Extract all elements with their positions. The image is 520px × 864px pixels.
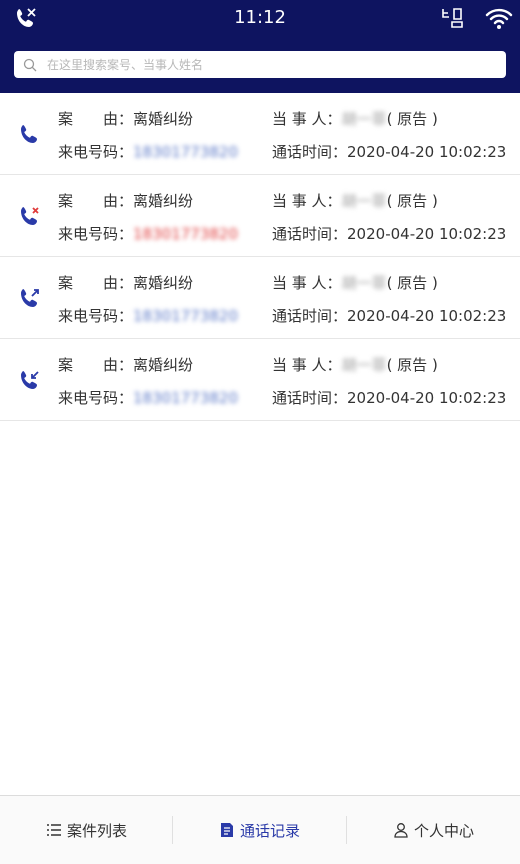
caller-number: 来电号码：18301773820 — [58, 387, 238, 408]
user-icon — [394, 823, 408, 838]
cause-value: 离婚纠纷 — [133, 274, 194, 292]
party: 当 事 人：胡一菲( 原告 ) — [272, 272, 438, 293]
search-icon — [23, 58, 37, 71]
party: 当 事 人：胡一菲( 原告 ) — [272, 354, 438, 375]
list-item[interactable]: 案 由：离婚纠纷 来电号码：18301773820 当 事 人：胡一菲( 原告 … — [0, 93, 520, 175]
label-caller: 来电号码： — [58, 143, 134, 161]
label-cause: 案 由： — [58, 274, 134, 292]
status-bar: 11:12 — [0, 0, 520, 38]
call-time-value: 2020-04-20 10:02:23 — [347, 307, 507, 325]
wifi-icon — [485, 8, 513, 29]
phone-call-icon — [21, 125, 37, 143]
party-name: 胡一菲 — [341, 110, 387, 128]
label-call-time: 通话时间： — [272, 389, 348, 407]
label-cause: 案 由： — [58, 356, 134, 374]
phone-value: 18301773820 — [133, 389, 238, 407]
phone-value: 18301773820 — [133, 307, 238, 325]
search-input[interactable] — [47, 57, 487, 72]
tab-profile[interactable]: 个人中心 — [347, 796, 520, 864]
call-time: 通话时间：2020-04-20 10:02:23 — [272, 305, 506, 326]
call-time-value: 2020-04-20 10:02:23 — [347, 143, 507, 161]
caller-number: 来电号码：18301773820 — [58, 141, 238, 162]
list-item[interactable]: 案 由：离婚纠纷 来电号码：18301773820 当 事 人：胡一菲( 原告 … — [0, 175, 520, 257]
caller-number: 来电号码：18301773820 — [58, 305, 238, 326]
label-party: 当 事 人： — [272, 192, 342, 210]
party-name: 胡一菲 — [341, 192, 387, 210]
call-time: 通话时间：2020-04-20 10:02:23 — [272, 223, 506, 244]
party-name: 胡一菲 — [341, 356, 387, 374]
tab-label: 个人中心 — [413, 821, 474, 840]
missed-call-icon — [21, 207, 39, 225]
party-role: ( 原告 ) — [386, 356, 438, 374]
cause-value: 离婚纠纷 — [133, 110, 194, 128]
tab-case-list[interactable]: 案件列表 — [0, 796, 173, 864]
list-icon — [46, 824, 61, 836]
party-role: ( 原告 ) — [386, 192, 438, 210]
tab-label: 通话记录 — [239, 821, 300, 840]
search-box[interactable] — [14, 51, 506, 78]
label-call-time: 通话时间： — [272, 143, 348, 161]
case-cause: 案 由：离婚纠纷 — [58, 190, 193, 211]
phone-value: 18301773820 — [133, 143, 238, 161]
app-header: 11:12 — [0, 0, 520, 93]
cause-value: 离婚纠纷 — [133, 192, 194, 210]
list-item[interactable]: 案 由：离婚纠纷 来电号码：18301773820 当 事 人：胡一菲( 原告 … — [0, 339, 520, 421]
cause-value: 离婚纠纷 — [133, 356, 194, 374]
party: 当 事 人：胡一菲( 原告 ) — [272, 190, 438, 211]
call-time-value: 2020-04-20 10:02:23 — [347, 225, 507, 243]
label-caller: 来电号码： — [58, 225, 134, 243]
label-party: 当 事 人： — [272, 110, 342, 128]
label-cause: 案 由： — [58, 192, 134, 210]
party: 当 事 人：胡一菲( 原告 ) — [272, 108, 438, 129]
label-party: 当 事 人： — [272, 274, 342, 292]
bottom-tab-bar: 案件列表 通话记录 个人中心 — [0, 795, 520, 864]
caller-number: 来电号码：18301773820 — [58, 223, 238, 244]
call-record-icon — [220, 823, 233, 837]
label-cause: 案 由： — [58, 110, 134, 128]
party-role: ( 原告 ) — [386, 110, 438, 128]
list-item[interactable]: 案 由：离婚纠纷 来电号码：18301773820 当 事 人：胡一菲( 原告 … — [0, 257, 520, 339]
tab-label: 案件列表 — [66, 821, 127, 840]
label-call-time: 通话时间： — [272, 225, 348, 243]
case-cause: 案 由：离婚纠纷 — [58, 108, 193, 129]
network-icon — [442, 8, 463, 28]
party-name: 胡一菲 — [341, 274, 387, 292]
call-record-list: 案 由：离婚纠纷 来电号码：18301773820 当 事 人：胡一菲( 原告 … — [0, 93, 520, 421]
label-caller: 来电号码： — [58, 307, 134, 325]
label-caller: 来电号码： — [58, 389, 134, 407]
party-role: ( 原告 ) — [386, 274, 438, 292]
call-time: 通话时间：2020-04-20 10:02:23 — [272, 141, 506, 162]
call-time: 通话时间：2020-04-20 10:02:23 — [272, 387, 506, 408]
tab-call-records[interactable]: 通话记录 — [173, 796, 346, 864]
call-time-value: 2020-04-20 10:02:23 — [347, 389, 507, 407]
phone-value: 18301773820 — [133, 225, 238, 243]
case-cause: 案 由：离婚纠纷 — [58, 354, 193, 375]
label-call-time: 通话时间： — [272, 307, 348, 325]
incoming-call-icon — [21, 371, 39, 389]
case-cause: 案 由：离婚纠纷 — [58, 272, 193, 293]
outgoing-call-icon — [21, 289, 39, 307]
label-party: 当 事 人： — [272, 356, 342, 374]
